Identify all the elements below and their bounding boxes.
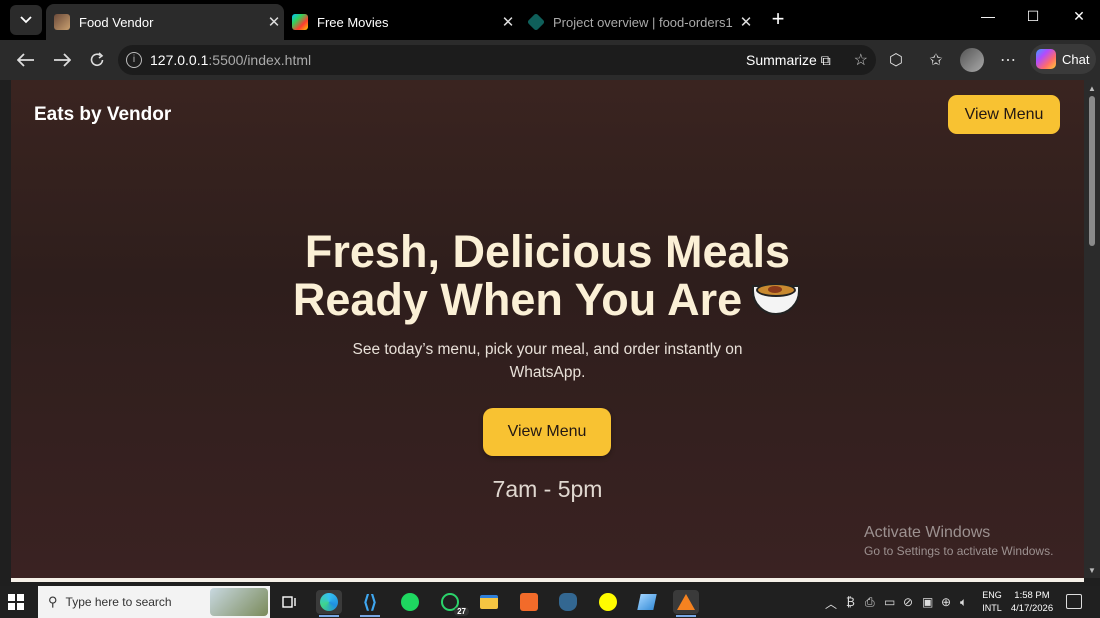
hero-title: Fresh, Delicious Meals Ready When You Ar… bbox=[11, 228, 1084, 324]
address-bar[interactable]: i 127.0.0.1:5500/index.html Summarize ⧉ … bbox=[118, 45, 876, 75]
taskbar-search-box[interactable]: ⚲ Type here to search bbox=[38, 586, 270, 618]
refresh-icon[interactable] bbox=[85, 48, 109, 72]
notification-center-icon[interactable] bbox=[1066, 594, 1082, 609]
url-host: 127.0.0.1 bbox=[150, 52, 209, 68]
hero-title-line-1: Fresh, Delicious Meals bbox=[304, 226, 791, 277]
clock-date: 4/17/2026 bbox=[1010, 603, 1054, 614]
favorites-icon[interactable]: ✩ bbox=[924, 48, 948, 72]
keyboard-layout: INTL bbox=[982, 603, 1002, 613]
url-path: :5500/index.html bbox=[208, 52, 312, 68]
more-options-icon[interactable]: ⋯ bbox=[996, 48, 1020, 72]
food-bowl-icon bbox=[750, 277, 802, 321]
windows-taskbar: ⚲ Type here to search ⟨⟩ 27 ︿ ₿ ⎙ ▭ ⊘ ▣ … bbox=[0, 586, 1100, 618]
browser-toolbar: i 127.0.0.1:5500/index.html Summarize ⧉ … bbox=[0, 40, 1100, 80]
postgresql-app-icon[interactable] bbox=[555, 590, 581, 614]
activate-windows-title: Activate Windows bbox=[864, 524, 991, 541]
vscode-app-icon[interactable]: ⟨⟩ bbox=[357, 590, 383, 617]
maximize-icon[interactable]: ☐ bbox=[1018, 8, 1048, 25]
close-window-icon[interactable]: ✕ bbox=[1064, 8, 1094, 25]
summarize-icon: ⧉ bbox=[820, 52, 831, 68]
close-tab-icon[interactable]: ✕ bbox=[264, 13, 284, 31]
activate-windows-subtitle: Go to Settings to activate Windows. bbox=[864, 544, 1054, 558]
mute-icon[interactable]: ⊘ bbox=[903, 595, 913, 609]
favorite-star-icon[interactable]: ☆ bbox=[854, 50, 868, 70]
page-bottom-edge bbox=[11, 578, 1084, 582]
site-info-icon[interactable]: i bbox=[126, 52, 142, 68]
hero-title-line-2-text: Ready When You Are bbox=[292, 274, 743, 325]
vertical-scrollbar[interactable]: ▲ ▼ bbox=[1084, 80, 1100, 578]
extensions-icon[interactable]: ⬡ bbox=[884, 48, 908, 72]
vlc-app-icon[interactable] bbox=[673, 590, 699, 617]
new-tab-button[interactable]: + bbox=[766, 6, 790, 34]
back-arrow-icon[interactable] bbox=[14, 48, 38, 72]
tab-free-movies[interactable]: Free Movies ✕ bbox=[284, 4, 518, 40]
language-code: ENG bbox=[982, 590, 1002, 600]
brand-logo-text[interactable]: Eats by Vendor bbox=[34, 104, 171, 126]
whatsapp-unread-badge: 27 bbox=[454, 607, 469, 616]
windows-start-icon[interactable] bbox=[8, 594, 24, 610]
scroll-up-arrow-icon[interactable]: ▲ bbox=[1088, 84, 1096, 93]
spotify-app-icon[interactable] bbox=[397, 590, 423, 614]
page-viewport: Eats by Vendor View Menu Fresh, Deliciou… bbox=[11, 80, 1084, 578]
forward-arrow-icon[interactable] bbox=[50, 48, 74, 72]
hero-subtitle: See today’s menu, pick your meal, and or… bbox=[352, 341, 743, 381]
summarize-button[interactable]: Summarize ⧉ bbox=[746, 52, 831, 69]
cta-view-menu-button[interactable]: View Menu bbox=[483, 408, 611, 456]
file-explorer-app-icon[interactable] bbox=[476, 590, 502, 614]
opening-hours: 7am - 5pm bbox=[492, 476, 603, 502]
battery-icon[interactable]: ▭ bbox=[884, 595, 895, 609]
hero-title-line-2: Ready When You Are bbox=[11, 276, 1084, 324]
profile-avatar[interactable] bbox=[960, 48, 984, 72]
whatsapp-app-icon[interactable]: 27 bbox=[437, 590, 469, 616]
notepad-app-icon[interactable] bbox=[634, 590, 660, 614]
search-placeholder: Type here to search bbox=[65, 595, 172, 609]
tray-app-icon[interactable]: ₿ bbox=[846, 595, 855, 609]
system-clock[interactable]: 1:58 PM 4/17/2026 bbox=[1006, 589, 1058, 615]
play-favicon-icon bbox=[292, 14, 308, 30]
search-icon: ⚲ bbox=[48, 594, 58, 609]
copilot-chat-button[interactable]: Chat bbox=[1030, 44, 1096, 74]
task-view-icon[interactable] bbox=[277, 590, 303, 614]
xampp-app-icon[interactable] bbox=[516, 590, 542, 614]
close-tab-icon[interactable]: ✕ bbox=[498, 13, 518, 31]
volume-icon[interactable]: 🔈︎ bbox=[960, 595, 967, 610]
scroll-down-arrow-icon[interactable]: ▼ bbox=[1088, 566, 1096, 575]
scroll-thumb[interactable] bbox=[1089, 96, 1095, 246]
tray-monitor-icon[interactable]: ▣ bbox=[922, 595, 933, 609]
input-language-indicator[interactable]: ENG INTL bbox=[982, 589, 1002, 615]
copilot-icon bbox=[1036, 49, 1056, 69]
diamond-favicon-icon bbox=[526, 12, 546, 32]
show-hidden-icons-icon[interactable]: ︿ bbox=[825, 595, 837, 612]
snapchat-app-icon[interactable] bbox=[595, 590, 621, 614]
tab-bar: Food Vendor ✕ Free Movies ✕ Project over… bbox=[0, 0, 1100, 40]
summarize-label: Summarize bbox=[746, 52, 817, 68]
network-globe-icon[interactable]: ⊕ bbox=[941, 595, 951, 609]
search-highlight-image bbox=[210, 588, 268, 616]
chevron-down-icon bbox=[20, 16, 32, 24]
tray-device-icon[interactable]: ⎙ bbox=[865, 595, 875, 610]
close-tab-icon[interactable]: ✕ bbox=[736, 13, 756, 31]
tab-title: Free Movies bbox=[317, 14, 389, 30]
chat-label: Chat bbox=[1062, 51, 1090, 67]
nav-view-menu-button[interactable]: View Menu bbox=[948, 95, 1060, 134]
tab-title: Project overview | food-orders1 | P bbox=[553, 14, 736, 30]
tab-actions-button[interactable] bbox=[10, 5, 42, 35]
minimize-icon[interactable]: — bbox=[973, 8, 1003, 24]
url-text: 127.0.0.1:5500/index.html bbox=[150, 52, 311, 68]
tab-food-vendor[interactable]: Food Vendor ✕ bbox=[46, 4, 284, 40]
tab-project-overview[interactable]: Project overview | food-orders1 | P ✕ bbox=[520, 4, 756, 40]
clock-time: 1:58 PM bbox=[1014, 590, 1050, 601]
edge-app-icon[interactable] bbox=[316, 590, 342, 617]
tab-title: Food Vendor bbox=[79, 14, 154, 30]
food-vendor-favicon-icon bbox=[54, 14, 70, 30]
